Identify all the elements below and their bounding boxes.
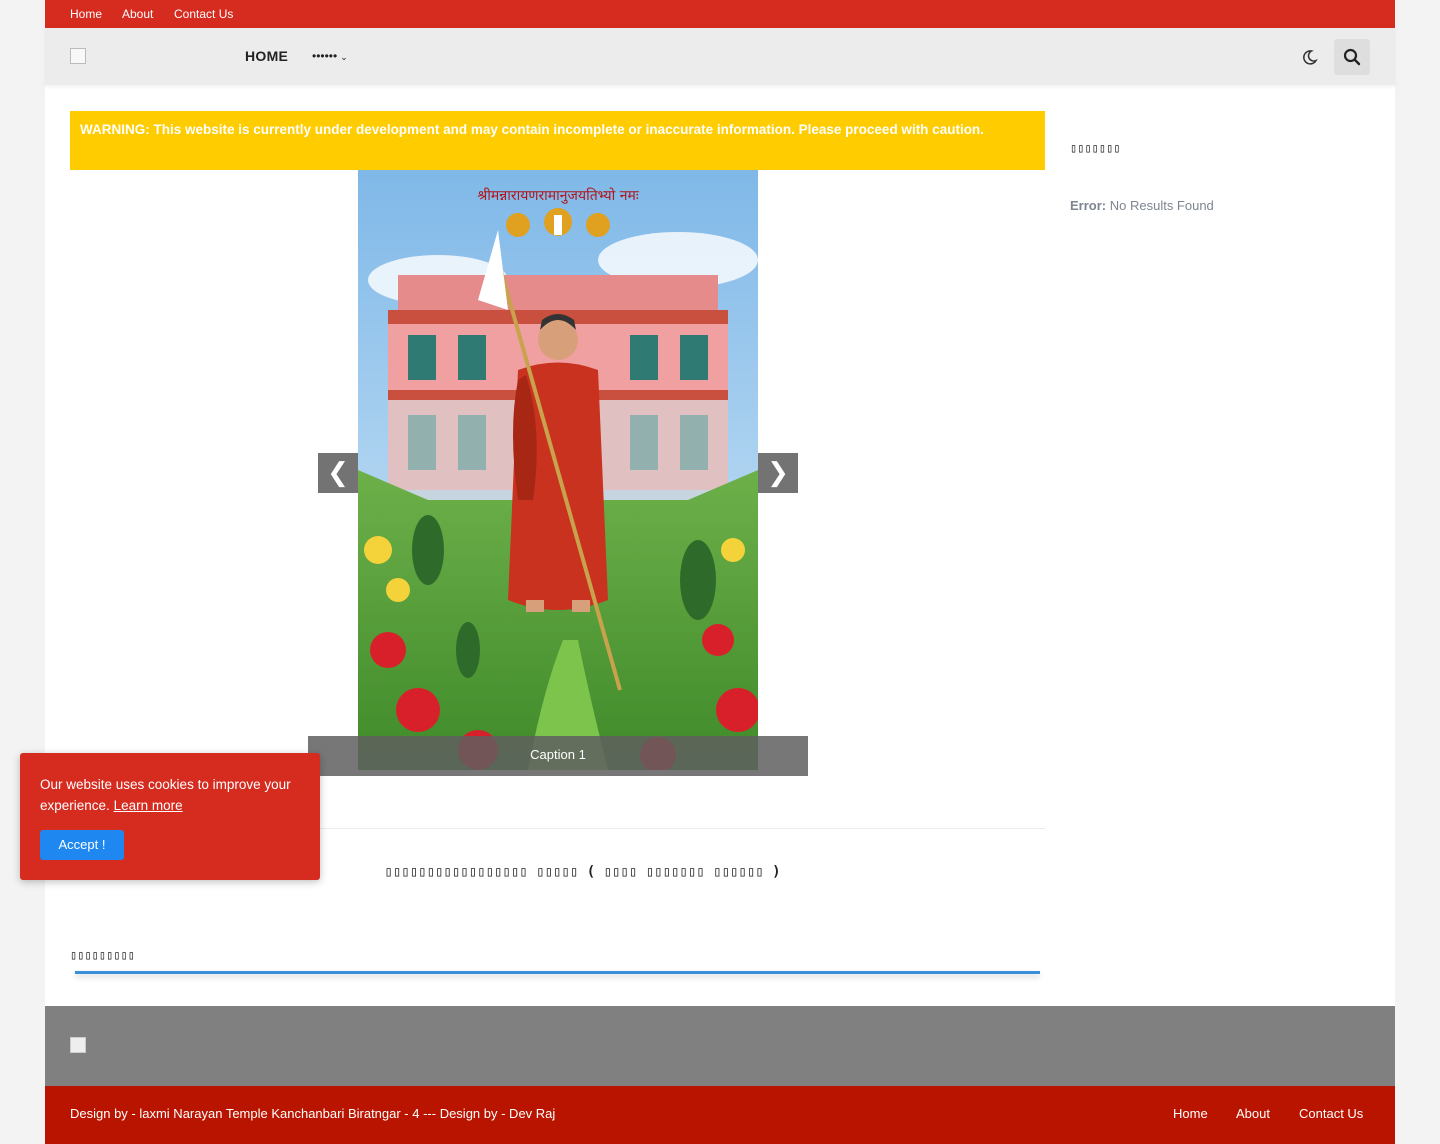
footer-top	[45, 1006, 1395, 1086]
nav-menu-label: ••••••	[312, 49, 338, 63]
top-bar: Home About Contact Us	[45, 0, 1395, 28]
section-underline	[75, 971, 1040, 974]
slider-prev-button[interactable]: ❮	[318, 453, 358, 493]
warning-banner: WARNING: This website is currently under…	[70, 111, 1045, 170]
sidebar-title: ▯▯▯▯▯▯▯	[1070, 141, 1121, 155]
slide-caption: Caption 1	[308, 736, 808, 776]
learn-more-link[interactable]: Learn more	[114, 798, 183, 813]
sidebar-error: Error: No Results Found	[1070, 198, 1214, 213]
nav-home[interactable]: HOME	[245, 48, 288, 64]
footer-link-contact[interactable]: Contact Us	[1299, 1106, 1363, 1121]
top-link-contact[interactable]: Contact Us	[174, 7, 233, 21]
footer-link-home[interactable]: Home	[1173, 1106, 1208, 1121]
footer-bottom: Design by - laxmi Narayan Temple Kanchan…	[45, 1086, 1395, 1144]
image-slider: श्रीमन्नारायणरामानुजयतिभ्यो नमः ❮ ❯ Capt…	[308, 170, 808, 776]
error-label: Error:	[1070, 198, 1107, 213]
slider-next-button[interactable]: ❯	[758, 453, 798, 493]
dark-mode-toggle[interactable]	[1299, 46, 1321, 68]
footer-logo[interactable]	[70, 1037, 86, 1053]
footer-credit: Design by - laxmi Narayan Temple Kanchan…	[70, 1106, 556, 1121]
section-title: ▯▯▯▯▯▯▯▯▯	[70, 948, 136, 962]
site-logo[interactable]	[70, 48, 86, 64]
search-icon	[1343, 48, 1361, 66]
chevron-down-icon: ⌄	[340, 52, 348, 62]
footer-link-about[interactable]: About	[1236, 1106, 1270, 1121]
search-button[interactable]	[1334, 39, 1370, 75]
cookie-text: Our website uses cookies to improve your…	[40, 774, 300, 816]
banner-text: श्रीमन्नारायणरामानुजयतिभ्यो नमः	[477, 187, 640, 204]
top-link-about[interactable]: About	[122, 7, 153, 21]
header: HOME •••••• ⌄	[45, 28, 1395, 85]
nav-menu-dropdown[interactable]: •••••• ⌄	[312, 49, 348, 63]
error-text: No Results Found	[1106, 198, 1214, 213]
page: Home About Contact Us HOME •••••• ⌄ WARNI…	[45, 0, 1395, 1144]
slide-image: श्रीमन्नारायणरामानुजयतिभ्यो नमः	[358, 170, 758, 770]
accept-button[interactable]: Accept !	[40, 830, 124, 860]
moon-icon	[1303, 50, 1318, 65]
top-link-home[interactable]: Home	[70, 7, 102, 21]
cookie-banner: Our website uses cookies to improve your…	[20, 753, 320, 880]
